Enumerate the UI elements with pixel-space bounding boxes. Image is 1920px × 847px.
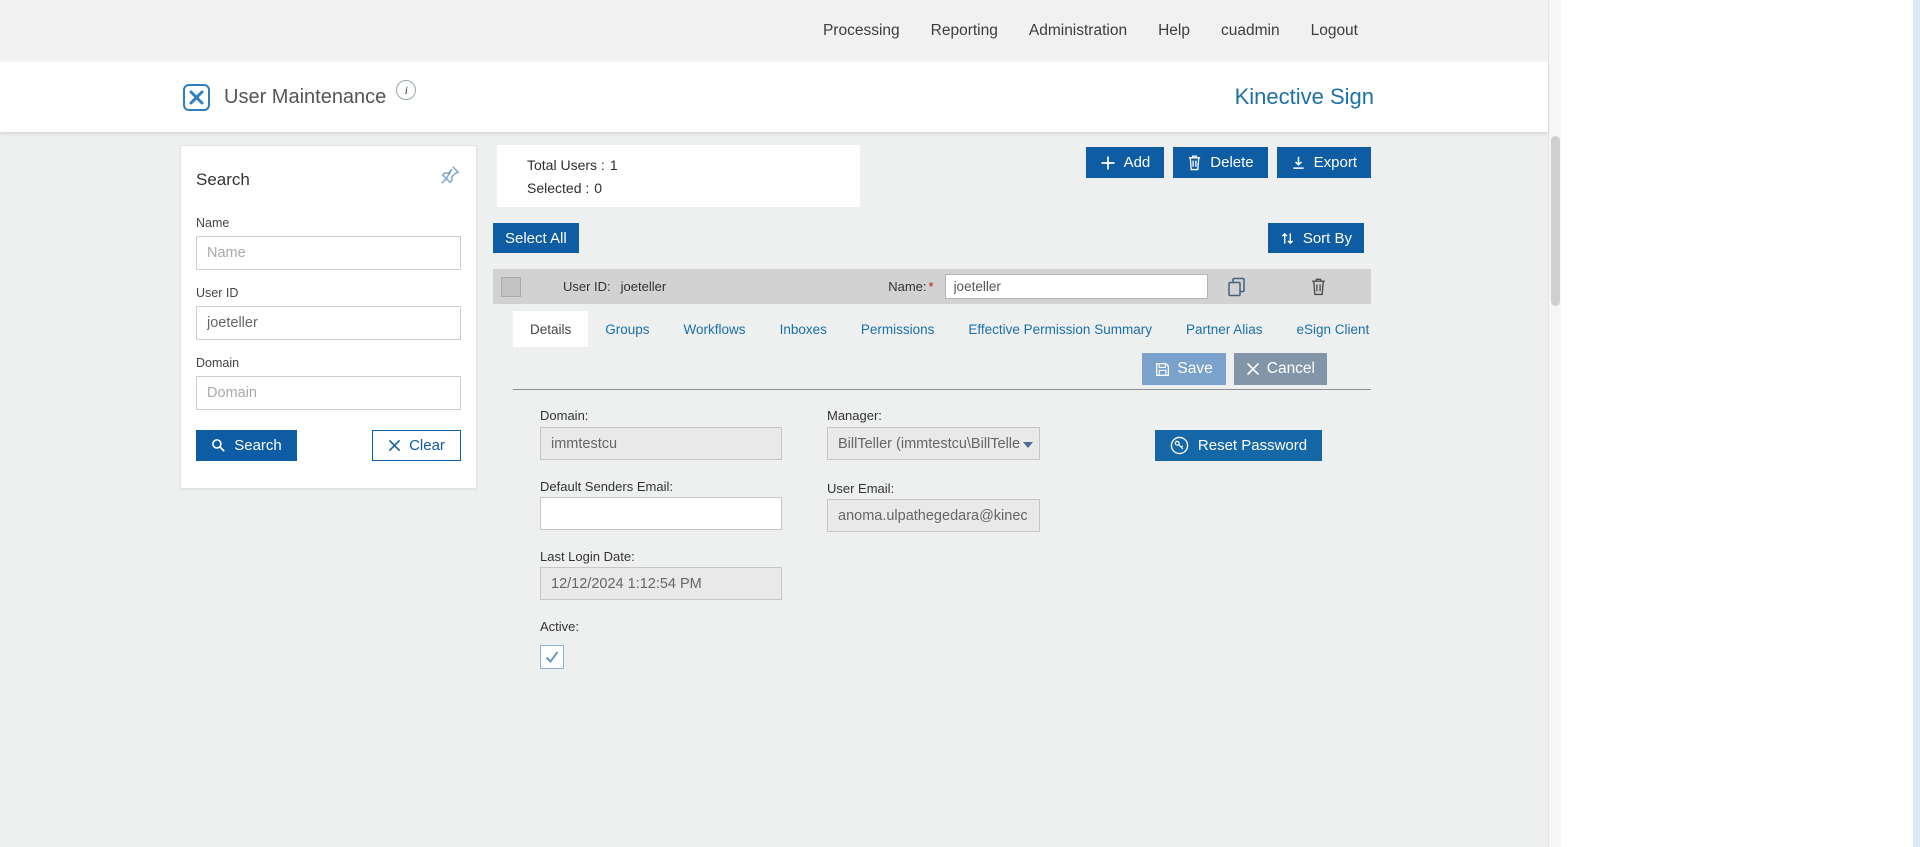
nav-item[interactable]: Administration: [1029, 22, 1127, 40]
check-icon: [545, 651, 559, 664]
page-scrollbar[interactable]: [1548, 0, 1561, 847]
name-label: Name: [196, 216, 230, 230]
search-icon: [211, 438, 226, 453]
active-label: Active:: [540, 619, 580, 634]
save-icon: [1155, 362, 1170, 377]
row-delete-button[interactable]: [1310, 277, 1327, 296]
export-button[interactable]: Export: [1276, 147, 1371, 178]
tab-bar: Details Groups Workflows Inboxes Permissions…: [513, 311, 1386, 347]
required-marker: *: [928, 279, 934, 294]
search-panel-title: Search: [196, 170, 250, 189]
pin-icon[interactable]: [439, 164, 461, 186]
nav-item[interactable]: cuadmin: [1221, 22, 1280, 40]
user-id-field-value: joeteller: [620, 279, 667, 294]
manager-field-label: Manager:: [827, 408, 882, 423]
user-id-label: User ID: [196, 286, 239, 300]
user-email-field: anoma.ulpathegedara@kinec: [827, 499, 1040, 532]
user-id-field-label: User ID:: [563, 279, 611, 294]
total-users-label: Total Users :: [527, 157, 605, 173]
delete-button[interactable]: Delete: [1173, 147, 1268, 178]
toolbar: Add Delete Export: [1085, 147, 1371, 178]
total-users-value: 1: [609, 157, 618, 173]
tab[interactable]: Partner Alias: [1169, 311, 1280, 347]
add-button[interactable]: Add: [1085, 147, 1165, 178]
window-scrollbar[interactable]: [1913, 0, 1920, 847]
nav-item[interactable]: Logout: [1311, 22, 1358, 40]
clear-button[interactable]: Clear: [372, 430, 461, 461]
domain-label: Domain: [196, 356, 240, 370]
user-name-input[interactable]: [944, 274, 1208, 299]
download-icon: [1291, 155, 1306, 171]
user-row: User ID: joeteller Name: *: [493, 269, 1371, 304]
main-area: Search Name User ID Domain: [0, 132, 1548, 847]
tab-divider: [513, 389, 1371, 390]
nav-item[interactable]: Reporting: [931, 22, 998, 40]
top-nav: Processing Reporting Administration Help cua…: [0, 0, 1548, 62]
sort-by-button[interactable]: Sort By: [1267, 223, 1364, 253]
row-checkbox[interactable]: [501, 276, 521, 297]
app-logo-icon: [183, 83, 210, 111]
name-field-label: Name:: [888, 279, 927, 294]
save-button[interactable]: Save: [1142, 353, 1226, 385]
tab[interactable]: Effective Permission Summary: [951, 311, 1169, 347]
search-user-id-input[interactable]: [196, 306, 461, 340]
sort-icon: [1280, 231, 1295, 246]
header: User Maintenance i Kinective Sign: [0, 62, 1548, 132]
tab[interactable]: eSign Client: [1280, 311, 1387, 347]
trash-icon: [1187, 154, 1202, 171]
plus-icon: [1100, 155, 1116, 171]
copy-user-button[interactable]: [1226, 276, 1248, 298]
key-icon: [1170, 436, 1189, 455]
select-all-button[interactable]: Select All: [493, 223, 579, 253]
app-root: Processing Reporting Administration Help cua…: [0, 0, 1920, 847]
nav-item[interactable]: Processing: [823, 22, 900, 40]
tab[interactable]: Inboxes: [763, 311, 844, 347]
page-title: User Maintenance: [224, 85, 387, 108]
form-actions: Save Cancel: [1142, 353, 1327, 385]
search-button[interactable]: Search: [196, 430, 297, 461]
user-email-label: User Email:: [827, 481, 895, 496]
tab[interactable]: Groups: [588, 311, 666, 347]
row-trash-icon: [1310, 277, 1327, 296]
copy-icon: [1226, 276, 1248, 298]
chevron-down-icon: [1023, 442, 1033, 448]
active-checkbox[interactable]: [540, 645, 564, 669]
selected-label: Selected :: [527, 180, 590, 196]
cancel-button[interactable]: Cancel: [1233, 353, 1327, 385]
tab[interactable]: Details: [513, 311, 589, 347]
summary-box: Total Users : 1 Selected : 0: [497, 145, 860, 207]
nav-item[interactable]: Help: [1158, 22, 1190, 40]
last-login-field: 12/12/2024 1:12:54 PM: [540, 567, 782, 600]
manager-select: BillTeller (immtestcu\BillTelle: [827, 427, 1040, 460]
clear-x-icon: [388, 439, 401, 452]
domain-field-label: Domain:: [540, 408, 589, 423]
domain-field: immtestcu: [540, 427, 782, 460]
info-icon[interactable]: i: [396, 80, 417, 100]
default-senders-email-input[interactable]: [540, 497, 782, 530]
scrollbar-thumb[interactable]: [1551, 136, 1560, 306]
search-panel: Search Name User ID Domain: [180, 145, 477, 489]
search-name-input[interactable]: [196, 236, 461, 270]
brand-title: Kinective Sign: [1234, 84, 1374, 109]
last-login-label: Last Login Date:: [540, 549, 635, 564]
selected-value: 0: [594, 180, 603, 196]
search-domain-input[interactable]: [196, 376, 461, 410]
reset-password-button[interactable]: Reset Password: [1155, 430, 1322, 461]
content-area: Total Users : 1 Selected : 0 Add Delete …: [493, 132, 1371, 847]
tab[interactable]: Workflows: [667, 311, 763, 347]
tab[interactable]: Permissions: [844, 311, 952, 347]
default-senders-email-label: Default Senders Email:: [540, 479, 673, 494]
cancel-x-icon: [1246, 362, 1260, 376]
